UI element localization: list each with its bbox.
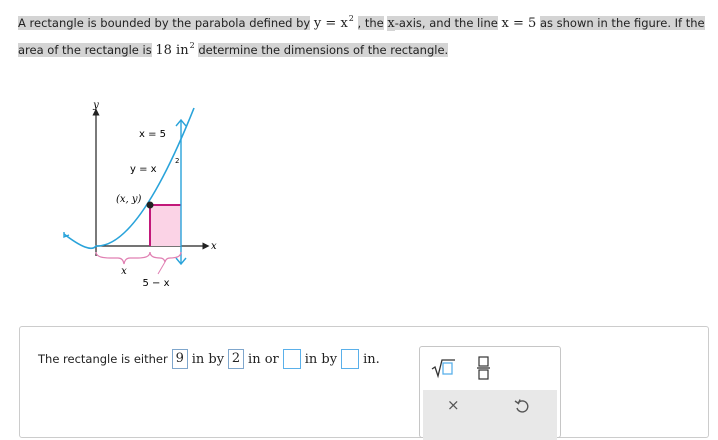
math-palette: × bbox=[419, 346, 561, 440]
point-label: (x, y) bbox=[116, 194, 142, 205]
question-text: as shown in the figure. If the bbox=[539, 16, 705, 30]
question-text: area of the rectangle is bbox=[18, 43, 152, 57]
question-line-1: A rectangle is bounded by the parabola d… bbox=[18, 12, 705, 34]
equation-line: x = 5 bbox=[501, 16, 537, 31]
remainder-label: 5 − x bbox=[142, 278, 169, 289]
remainder-brace bbox=[149, 251, 182, 263]
x-axis-label: x bbox=[211, 241, 217, 252]
remainder-pointer bbox=[157, 261, 166, 275]
curve-label-exponent: 2 bbox=[175, 157, 179, 165]
x-axis-var: x bbox=[387, 16, 395, 31]
answer-input-2[interactable]: 2 bbox=[228, 349, 245, 369]
answer-unit-or: in or bbox=[248, 351, 279, 367]
answer-unit-by: in by bbox=[191, 351, 225, 367]
square-root-icon[interactable] bbox=[430, 357, 456, 379]
y-axis-label: y bbox=[92, 100, 99, 111]
question-text: -axis, and the line bbox=[394, 16, 498, 30]
parabola-rectangle-figure: y x x = 5 y = x 2 (x, y) x 5 − x bbox=[63, 100, 217, 289]
rectangle-fill bbox=[150, 205, 181, 246]
width-label: x bbox=[121, 266, 127, 277]
question-text: , the bbox=[357, 16, 384, 30]
width-brace bbox=[95, 251, 151, 265]
answer-input-4[interactable] bbox=[341, 349, 360, 369]
undo-icon[interactable] bbox=[514, 398, 530, 414]
fraction-icon[interactable] bbox=[477, 355, 491, 381]
equation-parabola: y = x2 bbox=[313, 14, 354, 31]
answer-prefix: The rectangle is either bbox=[38, 352, 168, 366]
answer-unit-by-2: in by bbox=[304, 351, 338, 367]
answer-unit-end: in. bbox=[363, 351, 380, 367]
curve-label: y = x bbox=[130, 164, 157, 175]
answer-input-1[interactable]: 9 bbox=[171, 349, 188, 369]
answer-row: The rectangle is either 9 in by 2 in or … bbox=[38, 347, 380, 371]
question-line-2: area of the rectangle is 18 in2 determin… bbox=[18, 39, 449, 61]
answer-input-3[interactable] bbox=[282, 349, 301, 369]
point-xy bbox=[146, 201, 154, 209]
clear-icon[interactable]: × bbox=[447, 396, 460, 414]
question-text: determine the dimensions of the rectangl… bbox=[198, 43, 449, 57]
line-label: x = 5 bbox=[139, 129, 166, 140]
answer-panel bbox=[19, 326, 709, 438]
question-text: A rectangle is bounded by the parabola d… bbox=[18, 16, 311, 30]
area-expression: 18 in2 bbox=[155, 41, 195, 58]
math-palette-actions: × bbox=[423, 390, 557, 440]
